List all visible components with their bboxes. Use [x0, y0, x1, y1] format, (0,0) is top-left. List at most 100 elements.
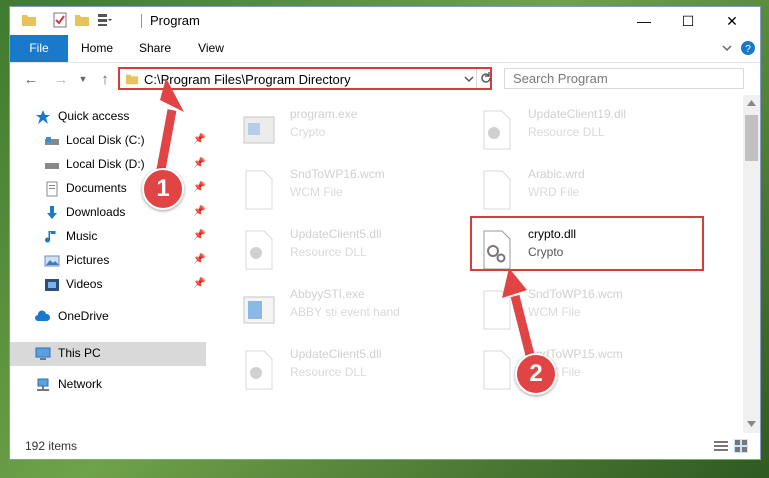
navigation-bar: ← → ▼ ↑ C:\Program Files\Program Directo… [10, 63, 760, 95]
sidebar-item-pictures[interactable]: Pictures 📌 [10, 249, 206, 273]
step-1-callout: 1 [142, 168, 184, 210]
file-type: Resource DLL [290, 245, 367, 259]
pin-icon: 📌 [193, 206, 206, 217]
minimize-button[interactable]: — [622, 7, 666, 35]
file-type: Crypto [290, 125, 326, 139]
sidebar-item-quick-access[interactable]: Quick access [10, 105, 206, 129]
file-name: UpdateClient19.dll [528, 107, 627, 121]
file-item[interactable]: AbbyySTI.exe ABBY sti event hand [218, 283, 448, 335]
file-name: program.exe [290, 107, 358, 121]
downloads-icon [47, 206, 57, 219]
sidebar-item-videos[interactable]: Videos 📌 [10, 273, 206, 297]
address-bar[interactable]: C:\Program Files\Program Directory [118, 67, 492, 90]
file-item[interactable]: SndToWP16.wcm WCM File [456, 283, 686, 335]
title-bar: Program — ☐ ✕ [10, 7, 760, 35]
sidebar-item-this-pc[interactable]: This PC [10, 342, 206, 366]
file-type: Resource DLL [290, 365, 367, 379]
tab-file[interactable]: File [10, 35, 68, 62]
close-button[interactable]: ✕ [710, 7, 754, 35]
scrollbar-thumb[interactable] [745, 115, 758, 161]
help-icon[interactable]: ? [741, 41, 755, 55]
sidebar-item-label: Documents [66, 181, 127, 195]
file-name: AbbyySTI.exe [290, 287, 365, 301]
pin-icon: 📌 [193, 254, 206, 265]
file-type: ABBY sti event hand [290, 305, 400, 319]
file-type: WCM File [290, 185, 343, 199]
properties-icon[interactable] [52, 12, 68, 28]
status-bar: 192 items [10, 433, 760, 459]
tab-view[interactable]: View [188, 35, 234, 62]
file-name: SndToWP16.wcm [528, 287, 623, 301]
file-type: Resource DLL [528, 125, 605, 139]
ribbon: File Home Share View ? [10, 35, 760, 63]
pin-icon: 📌 [193, 158, 206, 169]
sidebar-item-label: Music [66, 229, 98, 243]
file-item[interactable]: program.exe Crypto [218, 103, 448, 155]
file-item[interactable]: UpdateClient5.dll Resource DLL [218, 343, 448, 395]
svg-text:?: ? [745, 44, 751, 55]
file-type: WCM File [528, 305, 581, 319]
pin-icon: 📌 [193, 278, 206, 289]
local-disk-icon [45, 163, 59, 169]
scroll-down-icon[interactable] [747, 421, 756, 427]
item-count: 192 items [25, 439, 78, 453]
pin-icon: 📌 [193, 230, 206, 241]
exe-file-icon [243, 296, 275, 324]
large-icons-view-icon[interactable] [734, 439, 748, 453]
sidebar-item-label: Pictures [66, 253, 110, 267]
exe-file-icon [243, 116, 275, 144]
generic-file-icon [483, 350, 511, 390]
chevron-down-icon[interactable] [722, 43, 732, 53]
generic-file-icon [483, 170, 511, 210]
pin-icon: 📌 [193, 182, 206, 193]
maximize-button[interactable]: ☐ [666, 7, 710, 35]
new-folder-icon[interactable] [74, 12, 90, 28]
file-name: UpdateClient5.dll [290, 227, 382, 241]
sidebar-item-label: Quick access [58, 109, 130, 123]
file-item[interactable]: UpdateClient5.dll Resource DLL [218, 223, 448, 275]
sidebar-item-music[interactable]: Music 📌 [10, 225, 206, 249]
file-item[interactable]: UpdateClient19.dll Resource DLL [456, 103, 686, 155]
sidebar-item-local-disk-c[interactable]: Local Disk (C:) 📌 [10, 129, 206, 153]
forward-arrow-icon[interactable]: → [50, 68, 72, 90]
tab-share[interactable]: Share [130, 35, 180, 62]
customize-toolbar-icon[interactable] [96, 12, 112, 28]
star-icon [36, 110, 50, 124]
refresh-icon[interactable] [479, 71, 493, 85]
scroll-up-icon[interactable] [747, 100, 756, 106]
sidebar-item-network[interactable]: Network [10, 373, 206, 397]
address-dropdown-icon[interactable] [464, 74, 474, 84]
recent-locations-chevron-icon[interactable]: ▼ [72, 68, 94, 90]
address-divider [476, 69, 477, 88]
pin-icon: 📌 [193, 134, 206, 145]
sidebar-item-label: Network [58, 377, 103, 391]
dll-file-icon [245, 230, 273, 270]
folder-icon [22, 15, 36, 26]
sidebar-item-onedrive[interactable]: OneDrive [10, 305, 206, 329]
music-icon [45, 231, 56, 243]
sidebar-item-label: Downloads [66, 205, 126, 219]
folder-icon [125, 74, 139, 85]
navigation-pane: Quick access Local Disk (C:) 📌 Local Dis… [10, 95, 206, 433]
step-2-callout: 2 [515, 353, 557, 395]
file-item[interactable]: Arabic.wrd WRD File [456, 163, 686, 215]
pictures-icon [44, 255, 60, 267]
onedrive-cloud-icon [35, 310, 51, 321]
search-box[interactable]: Search Program [504, 68, 744, 89]
sidebar-item-label: Videos [66, 277, 103, 291]
dll-file-icon [245, 350, 273, 390]
file-name: SndToWP16.wcm [290, 167, 385, 181]
back-arrow-icon[interactable]: ← [20, 68, 42, 90]
details-view-icon[interactable] [714, 440, 728, 452]
file-item[interactable]: SndToWP15.wcm WCM File [456, 343, 686, 395]
up-arrow-icon[interactable]: ↑ [94, 68, 116, 90]
tab-home[interactable]: Home [72, 35, 122, 62]
sidebar-item-label: Local Disk (D:) [66, 157, 145, 171]
file-name: UpdateClient5.dll [290, 347, 382, 361]
local-disk-icon [45, 137, 59, 145]
file-item[interactable]: SndToWP16.wcm WCM File [218, 163, 448, 215]
documents-icon [46, 181, 58, 197]
network-icon [37, 378, 49, 391]
vertical-scrollbar[interactable] [743, 95, 760, 433]
generic-file-icon [245, 170, 273, 210]
